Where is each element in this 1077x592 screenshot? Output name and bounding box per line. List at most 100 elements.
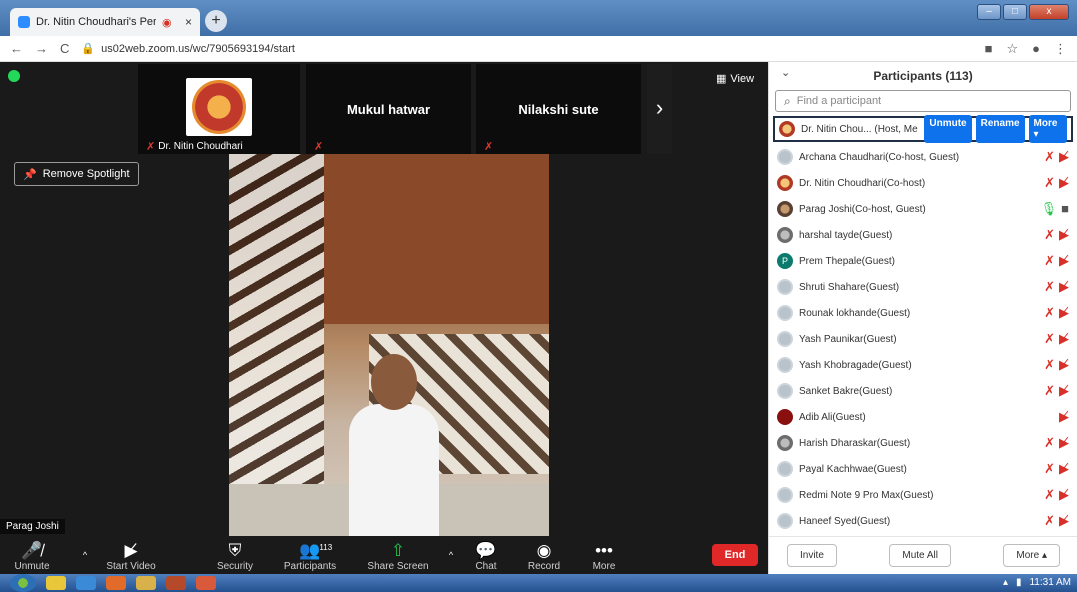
camera-indicator-icon[interactable]: ■ [985,41,993,57]
participant-name: harshal tayde(Guest) [799,229,893,241]
more-button[interactable]: ••• More [586,536,622,574]
chrome-taskbar-icon[interactable] [46,576,66,590]
list-item[interactable]: Yash Khobragade(Guest) ✗ ▶̸ [769,352,1077,378]
participant-search[interactable]: ⌕ [775,90,1071,112]
participant-name: Sanket Bakre(Guest) [799,385,893,397]
firefox-taskbar-icon[interactable] [106,576,126,590]
camera-off-icon: ▶̸ [1059,513,1069,528]
camera-off-icon: ▶̸ [1059,409,1069,424]
more-options-button[interactable]: More ▾ [1028,115,1067,143]
new-tab-button[interactable]: + [205,10,227,32]
mute-all-button[interactable]: Mute All [889,544,951,567]
start-video-button[interactable]: ▶̸ Start Video [102,536,160,574]
thumbnail-name: Mukul hatwar [346,102,431,117]
thumbnail-label: ✗ Dr. Nitin Choudhari [146,141,243,153]
participant-name: Haneef Syed(Guest) [799,515,891,527]
media-taskbar-icon[interactable] [166,576,186,590]
share-screen-button[interactable]: ⇧ Share Screen [365,536,431,574]
search-input[interactable] [796,95,1037,107]
list-item[interactable]: P Prem Thepale(Guest) ✗ ▶̸ [769,248,1077,274]
share-screen-icon: ⇧ [390,541,406,560]
list-item[interactable]: Dr. Nitin Choudhari(Co-host) ✗ ▶̸ [769,170,1077,196]
mic-off-icon: ✗ [1044,487,1055,502]
participants-button[interactable]: 👥 113 Participants [280,536,340,574]
url-text: us02web.zoom.us/wc/7905693194/start [101,42,295,55]
end-meeting-button[interactable]: End [712,544,758,566]
app-taskbar-icon[interactable] [196,576,216,590]
list-item[interactable]: Redmi Note 9 Pro Max(Guest) ✗ ▶̸ [769,482,1077,508]
unmute-button[interactable]: 🎤̸ Unmute [10,536,54,574]
participant-name: Prem Thepale(Guest) [799,255,895,267]
tab-close-icon[interactable]: × [185,15,192,29]
camera-off-icon: ▶̸ [1059,149,1069,164]
audio-options-caret[interactable]: ^ [78,536,92,574]
invite-button[interactable]: Invite [787,544,837,567]
participant-name: Yash Khobragade(Guest) [799,359,912,371]
list-item[interactable]: Sanket Bakre(Guest) ✗ ▶̸ [769,378,1077,404]
chat-icon: 💬 [475,541,497,560]
participant-name: Dr. Nitin Choudhari(Co-host) [799,177,926,189]
more-dots-icon: ••• [595,541,613,560]
avatar [777,201,793,217]
menu-icon[interactable]: ⋮ [1054,41,1067,57]
record-button[interactable]: ◉ Record [524,536,564,574]
main-video [229,154,549,536]
url-field[interactable]: 🔒 us02web.zoom.us/wc/7905693194/start [81,42,295,56]
list-item[interactable]: Payal Kachhwae(Guest) ✗ ▶̸ [769,456,1077,482]
forward-icon[interactable]: → [35,41,48,56]
reload-icon[interactable]: C [60,41,69,56]
mic-off-icon: ✗ [1044,175,1055,190]
tray-arrow-icon[interactable]: ▴ [1003,577,1008,588]
collapse-chevron-icon[interactable]: ⌄ [781,66,790,79]
participant-name: Payal Kachhwae(Guest) [799,463,907,475]
list-item[interactable]: Haneef Syed(Guest) ✗ ▶̸ [769,508,1077,534]
clock-text[interactable]: 11:31 AM [1029,577,1071,588]
encryption-shield-icon[interactable] [8,70,20,82]
maximize-button[interactable]: □ [1003,4,1027,20]
rename-button[interactable]: Rename [975,115,1025,143]
folder-taskbar-icon[interactable] [136,576,156,590]
list-item[interactable]: Rounak lokhande(Guest) ✗ ▶̸ [769,300,1077,326]
share-options-caret[interactable]: ^ [444,536,458,574]
next-thumbnails-button[interactable]: › [647,64,672,154]
unmute-self-button[interactable]: Unmute [924,115,972,143]
minimize-button[interactable]: – [977,4,1001,20]
panel-more-button[interactable]: More ▴ [1003,544,1060,567]
list-item[interactable]: Shruti Shahare(Guest) ✗ ▶̸ [769,274,1077,300]
camera-off-icon: ▶̸ [1059,461,1069,476]
participants-icon: 👥 113 [299,541,332,561]
panel-header: ⌄ Participants (113) [769,62,1077,90]
list-item[interactable]: Parag Joshi(Co-host, Guest) 🎙 ■ [769,196,1077,222]
avatar [777,227,793,243]
list-item[interactable]: harshal tayde(Guest) ✗ ▶̸ [769,222,1077,248]
address-bar: ← → C 🔒 us02web.zoom.us/wc/7905693194/st… [0,36,1077,62]
close-window-button[interactable]: x [1029,4,1069,20]
list-item[interactable]: Archana Chaudhari(Co-host, Guest) ✗ ▶̸ [769,144,1077,170]
remove-spotlight-button[interactable]: 📌 Remove Spotlight [14,162,139,186]
back-icon[interactable]: ← [10,41,23,56]
thumbnail-tile[interactable]: Mukul hatwar ✗ [306,64,471,154]
security-button[interactable]: ⛨ Security [210,536,260,574]
ie-taskbar-icon[interactable] [76,576,96,590]
bookmark-star-icon[interactable]: ☆ [1006,41,1018,57]
thumbnail-tile[interactable]: ✗ Dr. Nitin Choudhari [138,64,300,154]
mic-off-icon: 🎤̸ [21,541,43,560]
avatar [777,357,793,373]
mic-off-icon: ✗ [1044,461,1055,476]
chat-button[interactable]: 💬 Chat [468,536,504,574]
list-item[interactable]: Adib Ali(Guest) ▶̸ [769,404,1077,430]
browser-tab[interactable]: Dr. Nitin Choudhari's Person ◉ × [10,8,200,36]
tab-title: Dr. Nitin Choudhari's Person [36,16,156,28]
participant-name: Yash Paunikar(Guest) [799,333,897,345]
view-button[interactable]: ▦ View [716,72,754,86]
list-item[interactable]: Yash Paunikar(Guest) ✗ ▶̸ [769,326,1077,352]
active-speaker-name: Parag Joshi [0,519,65,534]
participant-list: Dr. Nitin Chou... (Host, Me) Unmute Rena… [769,115,1077,534]
thumbnail-tile[interactable]: Nilakshi sute ✗ [476,64,641,154]
list-item[interactable]: Harish Dharaskar(Guest) ✗ ▶̸ [769,430,1077,456]
list-item[interactable]: Dr. Nitin Chou... (Host, Me) Unmute Rena… [773,115,1073,143]
avatar [779,121,795,137]
profile-icon[interactable]: ● [1032,41,1040,57]
start-button[interactable] [10,574,36,592]
network-icon[interactable]: ▮ [1016,577,1022,588]
